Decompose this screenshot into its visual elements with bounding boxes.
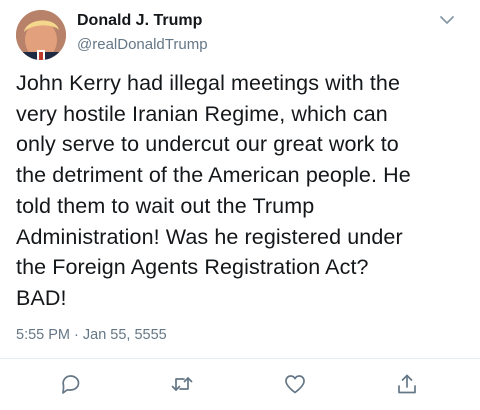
share-button[interactable] — [395, 372, 419, 396]
user-handle[interactable]: @realDonaldTrump — [77, 36, 208, 53]
tweet-card: Donald J. Trump @realDonaldTrump John Ke… — [0, 0, 480, 410]
display-name[interactable]: Donald J. Trump — [77, 12, 202, 30]
reply-button[interactable] — [58, 372, 82, 396]
tweet-timestamp[interactable]: 5:55 PM · Jan 55, 5555 — [16, 327, 167, 343]
retweet-button[interactable] — [170, 372, 194, 396]
retweet-icon — [171, 377, 193, 391]
tweet-text: John Kerry had illegal meetings with the… — [16, 71, 411, 310]
avatar-image — [16, 10, 66, 60]
reply-icon — [62, 375, 80, 394]
chevron-down-icon[interactable] — [437, 12, 457, 28]
share-icon — [398, 374, 416, 394]
heart-icon — [285, 375, 305, 394]
avatar[interactable] — [16, 10, 66, 60]
like-button[interactable] — [283, 372, 307, 396]
divider — [0, 358, 480, 359]
